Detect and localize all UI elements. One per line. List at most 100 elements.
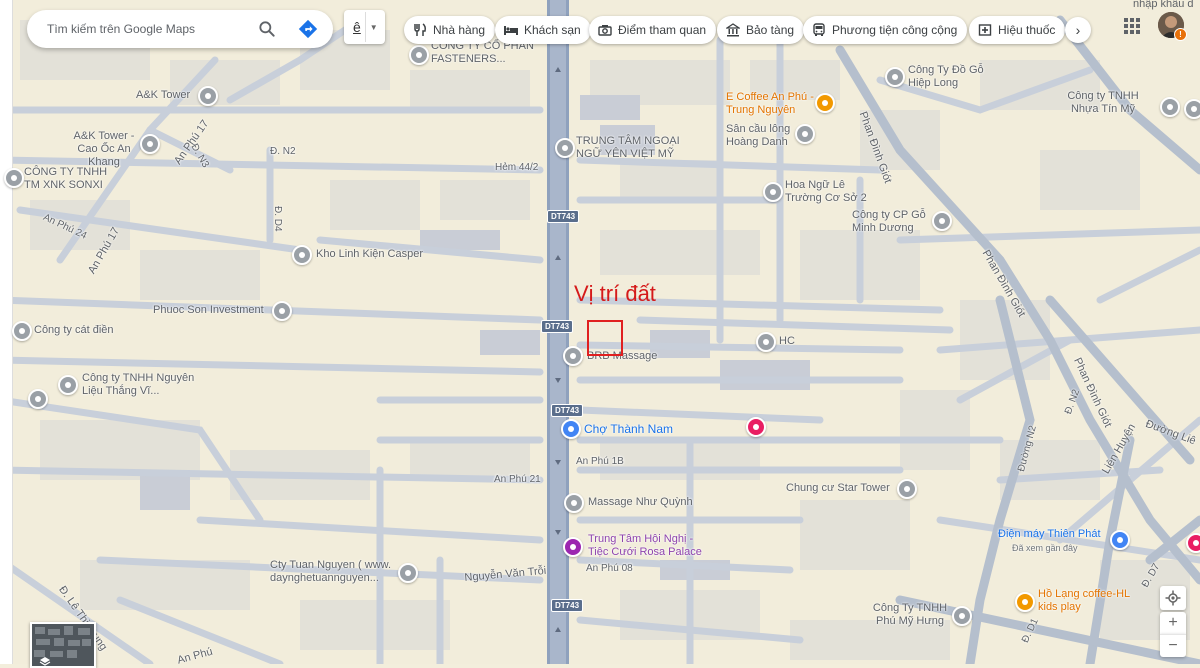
shopping-pin-icon[interactable] <box>746 417 766 437</box>
poi-pin-icon[interactable] <box>756 332 776 352</box>
poi-pin-icon[interactable] <box>140 134 160 154</box>
museum-icon <box>725 22 741 38</box>
poi-label[interactable]: TRUNG TÂM NGOẠI NGỮ YÊN VIỆT MỸ <box>576 135 696 161</box>
poi-label[interactable]: A&K Tower <box>136 89 190 102</box>
poi-pin-icon[interactable] <box>409 45 429 65</box>
coffee-pin-icon[interactable] <box>1015 592 1035 612</box>
poi-label[interactable]: Sân cầu lông Hoàng Danh <box>726 123 794 149</box>
venue-pin-icon[interactable] <box>563 537 583 557</box>
poi-label[interactable]: Phuoc Son Investment <box>153 304 264 317</box>
chip-museums[interactable]: Bảo tàng <box>717 16 805 44</box>
poi-pin-icon[interactable] <box>292 245 312 265</box>
poi-pin-icon[interactable] <box>795 124 815 144</box>
chip-label: Phương tiện công cộng <box>832 23 958 37</box>
poi-pin-icon[interactable] <box>885 67 905 87</box>
apps-grid-icon[interactable] <box>1123 17 1141 35</box>
directions-icon[interactable] <box>297 18 319 40</box>
road-label-an-phu-08: An Phú 08 <box>586 563 633 574</box>
poi-label[interactable]: Chợ Thành Nam <box>584 423 673 436</box>
route-shield-dt743: DT743 <box>541 320 574 333</box>
input-tools-button[interactable]: ê ▼ <box>344 10 385 44</box>
poi-label[interactable]: Chung cư Star Tower <box>786 482 890 495</box>
poi-label[interactable]: Massage Như Quỳnh <box>588 496 693 509</box>
poi-pin-icon[interactable] <box>58 375 78 395</box>
chip-label: Bảo tàng <box>746 23 795 37</box>
poi-label[interactable]: Hoa Ngữ Lê Trường Cơ Sở 2 <box>785 179 870 205</box>
poi-label[interactable]: A&K Tower - Cao Ốc An Khang <box>70 130 138 169</box>
poi-pin-icon[interactable] <box>564 493 584 513</box>
poi-label[interactable]: Công Ty TNHH Phú Mỹ Hưng <box>870 602 950 628</box>
annotation-marker-box <box>587 320 623 356</box>
poi-pin-icon[interactable] <box>398 563 418 583</box>
poi-pin-icon[interactable] <box>897 479 917 499</box>
poi-label[interactable]: Hồ Lạng coffee-HL kids play <box>1038 588 1138 614</box>
poi-label[interactable]: Cty Tuan Nguyen ( www. daynghetuannguyen… <box>270 559 395 585</box>
account-alert-icon: ! <box>1174 28 1187 41</box>
route-shield-dt743: DT743 <box>551 404 584 417</box>
chip-pharmacies[interactable]: Hiệu thuốc <box>969 16 1066 44</box>
search-box[interactable] <box>27 10 333 48</box>
annotation-label: Vị trí đất <box>574 281 656 306</box>
poi-pin-icon[interactable] <box>28 389 48 409</box>
poi-pin-icon[interactable] <box>198 86 218 106</box>
bus-icon <box>811 22 827 38</box>
poi-label[interactable]: CÔNG TY TNHH TM XNK SONXI <box>24 166 116 192</box>
zoom-out-button[interactable]: − <box>1160 634 1186 657</box>
bed-icon <box>503 22 519 38</box>
layers-toggle-button[interactable] <box>30 622 96 668</box>
chip-hotels[interactable]: Khách sạn <box>495 16 591 44</box>
poi-label[interactable]: Trung Tâm Hội Nghị - Tiệc Cưới Rosa Pala… <box>588 533 713 559</box>
chips-next-button[interactable]: › <box>1065 17 1091 43</box>
camera-icon <box>597 22 613 38</box>
school-pin-icon[interactable] <box>763 182 783 202</box>
my-location-button[interactable] <box>1160 586 1186 610</box>
poi-pin-icon[interactable] <box>952 606 972 626</box>
poi-pin-icon[interactable] <box>1160 97 1180 117</box>
poi-pin-icon[interactable] <box>272 301 292 321</box>
plus-icon: + <box>1168 614 1178 631</box>
poi-label[interactable]: Công ty TNHH Nhựa Tín Mỹ <box>1053 90 1153 116</box>
chevron-down-icon: ▼ <box>369 22 378 32</box>
pharmacy-icon <box>977 22 993 38</box>
poi-pin-icon[interactable] <box>12 321 32 341</box>
road-label-an-phu-21: An Phú 21 <box>494 474 541 485</box>
school-pin-icon[interactable] <box>555 138 575 158</box>
road-label-hem-44-2: Hẻm 44/2 <box>495 162 539 173</box>
shopping-cart-pin-icon[interactable] <box>561 419 581 439</box>
poi-label[interactable]: Công ty CP Gỗ Minh Dương <box>852 209 932 235</box>
poi-label[interactable]: Công ty cát điền <box>34 324 114 337</box>
chip-transit[interactable]: Phương tiện công cộng <box>803 16 968 44</box>
poi-label[interactable]: Điện máy Thiên Phát <box>998 528 1101 541</box>
poi-label[interactable]: Kho Linh Kiện Casper <box>316 248 423 261</box>
search-icon[interactable] <box>257 19 277 39</box>
poi-subtext: Đã xem gần đây <box>1012 543 1078 553</box>
my-location-icon <box>1165 590 1181 606</box>
road-label-d-n2: Đ. N2 <box>270 146 296 157</box>
route-shield-dt743: DT743 <box>547 210 580 223</box>
poi-pin-icon[interactable] <box>4 168 24 188</box>
zoom-in-button[interactable]: + <box>1160 612 1186 634</box>
left-panel-edge <box>0 0 13 664</box>
minus-icon: − <box>1168 637 1178 654</box>
chip-label: Điểm tham quan <box>618 23 707 37</box>
road-label-top-right: nhập khẩu d <box>1133 0 1194 10</box>
coffee-pin-icon[interactable] <box>815 93 835 113</box>
poi-label[interactable]: Công ty TNHH Nguyên Liệu Thắng Vĩ... <box>82 372 202 398</box>
poi-pin-icon[interactable] <box>563 346 583 366</box>
input-tools-label: ê <box>353 19 361 35</box>
poi-pin-icon[interactable] <box>932 211 952 231</box>
poi-label[interactable]: E Coffee An Phú - Trung Nguyên <box>726 91 816 117</box>
poi-label[interactable]: Công Ty Đồ Gỗ Hiệp Long <box>908 64 988 90</box>
poi-label[interactable]: HC <box>779 335 795 348</box>
electronics-pin-icon[interactable] <box>1110 530 1130 550</box>
search-input[interactable] <box>45 21 249 37</box>
poi-pin-icon[interactable] <box>1184 99 1200 119</box>
chevron-right-icon: › <box>1075 22 1081 38</box>
chip-attractions[interactable]: Điểm tham quan <box>589 16 717 44</box>
chip-label: Hiệu thuốc <box>998 23 1056 37</box>
chip-label: Khách sạn <box>524 23 581 37</box>
road-label-d-d4: Đ. D4 <box>272 206 283 232</box>
chip-restaurants[interactable]: Nhà hàng <box>404 16 496 44</box>
road-label-an-phu-1b: An Phú 1B <box>576 456 624 467</box>
shopping-pin-icon[interactable] <box>1186 533 1200 553</box>
